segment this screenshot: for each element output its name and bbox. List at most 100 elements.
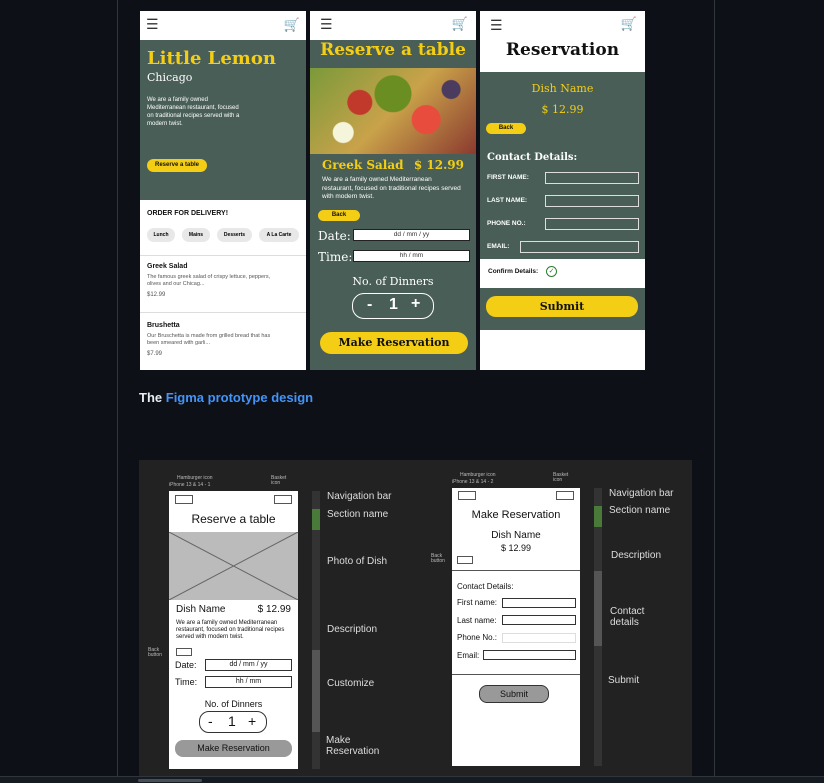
check-icon[interactable]: ✓ (546, 266, 557, 277)
annotation-label: Navigation bar (609, 488, 674, 499)
menu-item-desc: The famous greek salad of crispy lettuce… (147, 274, 271, 287)
wire-phone-input (502, 633, 576, 643)
menu-item-name: Greek Salad (147, 263, 188, 270)
contact-form: Contact Details: FIRST NAME: LAST NAME: … (480, 147, 645, 259)
annotation-label: Section name (327, 509, 389, 520)
wire-last-label: Last name: (457, 616, 497, 625)
delivery-heading: ORDER FOR DELIVERY! (147, 210, 229, 217)
wireframe-image: Hamburger icon iPhone 13 & 14 - 1 Basket… (139, 460, 692, 776)
dinners-count: 1 (389, 296, 398, 313)
back-icon (457, 556, 473, 564)
basket-icon (274, 495, 292, 504)
wire-email-input (483, 650, 576, 660)
annotation-label: Navigation bar (327, 491, 392, 502)
mockup-reservation-screen: ☰ 🛒 Reservation Dish Name $ 12.99 Back C… (480, 11, 645, 370)
wire-minus: - (208, 713, 213, 729)
divider (140, 312, 306, 313)
wire-first-label: First name: (457, 598, 498, 607)
divider (452, 674, 580, 675)
annotation-segment (594, 506, 602, 527)
frame-label: iPhone 13 & 14 - 2 (452, 479, 494, 485)
category-tab[interactable]: Desserts (217, 228, 252, 242)
mockup-home-screen: ☰ 🛒 Little Lemon Chicago We are a family… (140, 11, 306, 370)
wire-title: Make Reservation (471, 509, 561, 521)
dinners-label: No. of Dinners (352, 275, 434, 288)
caption: The Figma prototype design (139, 390, 313, 405)
category-tab[interactable]: Mains (182, 228, 210, 242)
annotation-label: Section name (609, 505, 671, 516)
wire-dish: Dish Name (176, 604, 226, 615)
nav-bar: ☰ 🛒 (310, 11, 476, 40)
date-input[interactable]: dd / mm / yy (353, 229, 470, 241)
frame-label: iPhone 13 & 14 - 1 (169, 482, 211, 488)
make-reservation-button[interactable]: Make Reservation (320, 332, 468, 354)
email-input[interactable] (520, 241, 639, 253)
wire-submit-button: Submit (479, 685, 549, 703)
photo-placeholder (169, 532, 298, 600)
hamburger-icon: ☰ (490, 17, 503, 33)
wire-price: $ 12.99 (500, 543, 532, 553)
category-tabs: Lunch Mains Desserts A La Carte (147, 228, 306, 242)
dish-photo (310, 68, 476, 154)
annotation-label: Make Reservation (326, 735, 380, 757)
hamburger-icon: ☰ (146, 16, 159, 32)
basket-icon: 🛒 (620, 16, 637, 31)
wire-dish: Dish Name (491, 530, 541, 541)
caption-prefix: The (139, 390, 163, 405)
menu-item-desc: Our Bruschetta is made from grilled brea… (147, 333, 271, 346)
contact-heading: Contact Details: (487, 152, 578, 163)
wire-title: Reserve a table (191, 512, 276, 526)
wire-desc: We are a family owned Mediterranean rest… (176, 620, 285, 640)
dish-price: $ 12.99 (541, 103, 584, 116)
annotation-segment (312, 509, 320, 530)
dinners-stepper: - 1 + (352, 293, 434, 319)
menu-item-price: $12.99 (147, 292, 166, 298)
city: Chicago (147, 71, 193, 84)
menu-item[interactable]: Greek Salad The famous greek salad of cr… (147, 263, 275, 298)
wire-count: 1 (228, 713, 236, 729)
wire-stepper: - 1 + (199, 711, 267, 733)
dish-price: $ 12.99 (413, 158, 464, 172)
figma-link[interactable]: Figma prototype design (166, 390, 313, 405)
minus-button[interactable]: - (367, 296, 372, 314)
annotation-label: Contact details (610, 606, 645, 628)
app-title: Little Lemon (147, 48, 276, 69)
wire-date-label: Date: (175, 660, 197, 670)
back-button[interactable]: Back (318, 210, 360, 221)
first-name-input[interactable] (545, 172, 639, 184)
back-icon (176, 648, 192, 656)
last-name-label: LAST NAME: (487, 197, 528, 204)
hamburger-note: Hamburger icon (460, 472, 496, 478)
submit-button[interactable]: Submit (486, 296, 638, 317)
image-placeholder-icon (169, 532, 298, 600)
annotation-label: Description (327, 624, 378, 635)
wire-dinners: No. of Dinners (204, 699, 263, 709)
last-name-input[interactable] (545, 195, 639, 207)
category-tab[interactable]: Lunch (147, 228, 175, 242)
first-name-label: FIRST NAME: (487, 174, 529, 181)
dish-summary: Dish Name $ 12.99 Back (480, 72, 645, 147)
wireframe-reserve: Reserve a table Dish Name $ 12.99 We are… (169, 491, 298, 769)
basket-icon: 🛒 (283, 17, 300, 32)
category-tab[interactable]: A La Carte (259, 228, 299, 242)
plus-button[interactable]: + (411, 295, 420, 313)
section-title: Reserve a table (320, 40, 466, 60)
menu-item-price: $7.99 (147, 351, 163, 357)
wire-plus: + (248, 713, 257, 729)
wire-email-label: Email: (457, 651, 480, 660)
hero: Little Lemon Chicago We are a family own… (140, 40, 306, 200)
wire-phone-label: Phone No.: (457, 633, 498, 642)
menu-item[interactable]: Brushetta Our Bruschetta is made from gr… (147, 322, 275, 357)
date-label: Date: (318, 229, 351, 243)
back-button[interactable]: Back (486, 123, 526, 134)
reserve-table-button[interactable]: Reserve a table (147, 159, 207, 172)
section-title: Reservation (505, 40, 620, 60)
time-input[interactable]: hh / mm (353, 250, 470, 262)
dish-description: We are a family owned Mediterranean rest… (322, 176, 461, 200)
wire-last-input (502, 615, 576, 625)
wire-date-input: dd / mm / yy (205, 659, 292, 671)
wire-first-input (502, 598, 576, 608)
wire-time-input: hh / mm (205, 676, 292, 688)
phone-input[interactable] (545, 218, 639, 230)
hamburger-icon (175, 495, 193, 504)
